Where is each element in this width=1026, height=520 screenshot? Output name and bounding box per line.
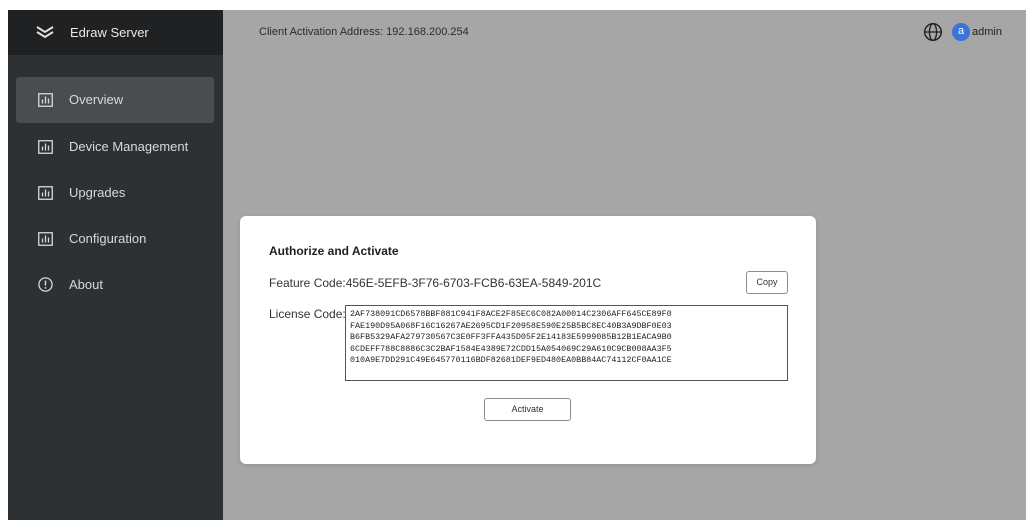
feature-code: Feature Code:456E-5EFB-3F76-6703-FCB6-63… — [269, 276, 602, 290]
avatar[interactable]: a — [952, 23, 970, 41]
brand-name: Edraw Server — [70, 25, 149, 40]
sidebar-item-about[interactable]: About — [16, 262, 214, 308]
sidebar-item-upgrades[interactable]: Upgrades — [16, 170, 214, 216]
top-bar: Client Activation Address: 192.168.200.2… — [223, 10, 1026, 55]
bar-chart-icon — [38, 140, 53, 154]
bar-chart-icon — [38, 232, 53, 246]
activate-button[interactable]: Activate — [484, 398, 571, 421]
license-code-label: License Code: — [269, 307, 346, 321]
layers-icon — [36, 26, 54, 39]
dialog-title: Authorize and Activate — [269, 244, 399, 258]
app-window: Edraw Server Overview Device Management — [8, 10, 1026, 520]
sidebar: Edraw Server Overview Device Management — [8, 10, 223, 520]
sidebar-item-label: About — [69, 277, 103, 292]
sidebar-item-label: Overview — [69, 92, 124, 107]
license-code-input[interactable]: 2AF738091CD6578BBF881C941F8ACE2F85EC6C08… — [345, 305, 788, 381]
sidebar-item-label: Upgrades — [69, 185, 126, 200]
activation-address: Client Activation Address: 192.168.200.2… — [259, 26, 469, 38]
brand-header: Edraw Server — [8, 10, 223, 55]
username[interactable]: admin — [972, 26, 1002, 38]
sidebar-item-overview[interactable]: Overview — [16, 77, 214, 123]
sidebar-item-device-management[interactable]: Device Management — [16, 124, 214, 170]
sidebar-item-configuration[interactable]: Configuration — [16, 216, 214, 262]
info-circle-icon — [38, 277, 53, 292]
globe-icon[interactable] — [923, 22, 943, 42]
bar-chart-icon — [38, 186, 53, 200]
activation-dialog: Authorize and Activate Feature Code:456E… — [240, 216, 816, 464]
sidebar-item-label: Device Management — [69, 139, 189, 154]
copy-button[interactable]: Copy — [746, 271, 788, 294]
bar-chart-icon — [38, 93, 53, 107]
sidebar-item-label: Configuration — [69, 231, 147, 246]
